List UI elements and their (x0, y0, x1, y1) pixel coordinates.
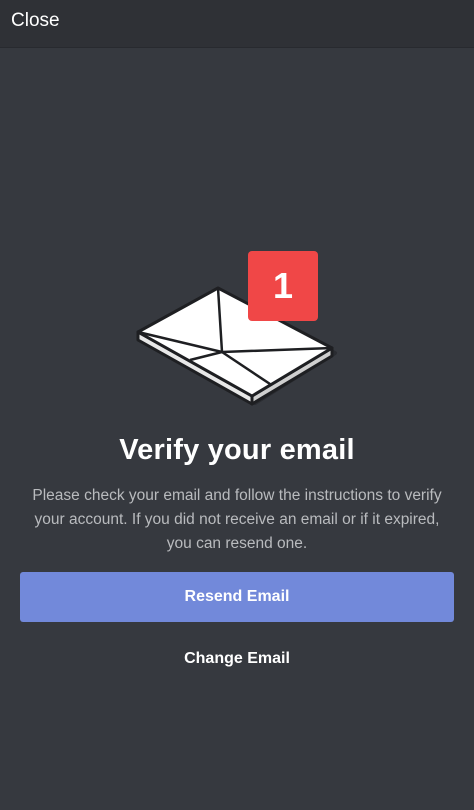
page-title: Verify your email (119, 434, 355, 466)
close-button[interactable]: Close (11, 8, 60, 34)
change-email-button[interactable]: Change Email (0, 646, 474, 672)
top-bar: Close (0, 0, 474, 47)
resend-email-button[interactable]: Resend Email (20, 572, 454, 622)
notification-badge: 1 (248, 251, 318, 321)
badge-count: 1 (272, 265, 294, 306)
change-email-label: Change Email (184, 650, 290, 667)
resend-email-label: Resend Email (184, 588, 290, 605)
email-illustration: 1 (130, 250, 340, 410)
instructions-text: Please check your email and follow the i… (32, 487, 442, 552)
